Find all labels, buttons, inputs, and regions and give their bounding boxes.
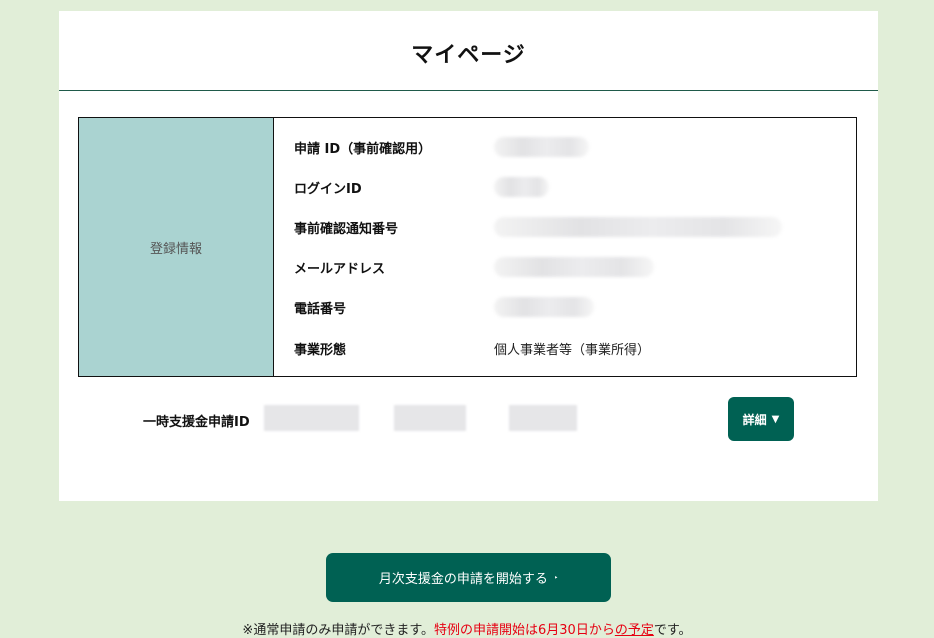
info-label: 事業形態: [294, 342, 347, 358]
page-title: マイページ: [411, 43, 526, 68]
arrow-right-icon: ‣: [553, 573, 559, 582]
info-row-phone: 電話番号: [294, 297, 594, 317]
redacted-value: [494, 297, 594, 317]
info-label: メールアドレス: [294, 261, 386, 277]
info-label: 申請 ID（事前確認用）: [294, 141, 432, 157]
redacted-value: [494, 217, 782, 237]
info-label: 電話番号: [294, 301, 347, 317]
redacted-value: [394, 405, 466, 431]
info-row-notification-number: 事前確認通知番号: [294, 217, 782, 237]
note-regular-only: ※通常申請のみ申請ができます。: [242, 623, 435, 638]
business-type-value: 個人事業者等（事業所得）: [494, 342, 651, 358]
detail-button-label: 詳細: [742, 412, 767, 427]
detail-button[interactable]: 詳細 ▼: [728, 397, 794, 441]
redacted-value: [494, 177, 549, 197]
registration-info-body: 申請 ID（事前確認用） ログインID 事前確認通知番号 メールアドレス 電話番…: [274, 118, 856, 376]
info-row-email: メールアドレス: [294, 257, 654, 277]
triangle-down-icon: ▼: [771, 413, 780, 425]
redacted-value: [264, 405, 359, 431]
temporary-support-application-id-label: 一時支援金申請ID: [143, 415, 250, 430]
registration-info-header: 登録情報: [79, 118, 274, 376]
info-row-business-type: 事業形態 個人事業者等（事業所得）: [294, 338, 650, 358]
note-scheduled: の予定: [614, 623, 654, 638]
start-button-label: 月次支援金の申請を開始する: [378, 572, 548, 587]
title-divider: [59, 90, 878, 91]
redacted-value: [494, 257, 654, 277]
redacted-value: [494, 137, 589, 157]
info-row-login-id: ログインID: [294, 177, 549, 197]
note-special-start-date: 特例の申請開始は6月30日から: [434, 623, 615, 638]
info-row-application-id: 申請 ID（事前確認用）: [294, 137, 589, 157]
registration-info-table: 登録情報 申請 ID（事前確認用） ログインID 事前確認通知番号 メールアドレ…: [78, 117, 857, 377]
info-label: ログインID: [294, 181, 362, 197]
note-ending: です。: [653, 623, 692, 638]
info-label: 事前確認通知番号: [294, 221, 399, 237]
redacted-value: [509, 405, 577, 431]
start-monthly-support-application-button[interactable]: 月次支援金の申請を開始する ‣: [326, 553, 611, 602]
mypage-card: マイページ 登録情報 申請 ID（事前確認用） ログインID 事前確認通知番号 …: [59, 11, 878, 501]
application-note: ※通常申請のみ申請ができます。特例の申請開始は6月30日からの予定です。: [0, 619, 934, 638]
